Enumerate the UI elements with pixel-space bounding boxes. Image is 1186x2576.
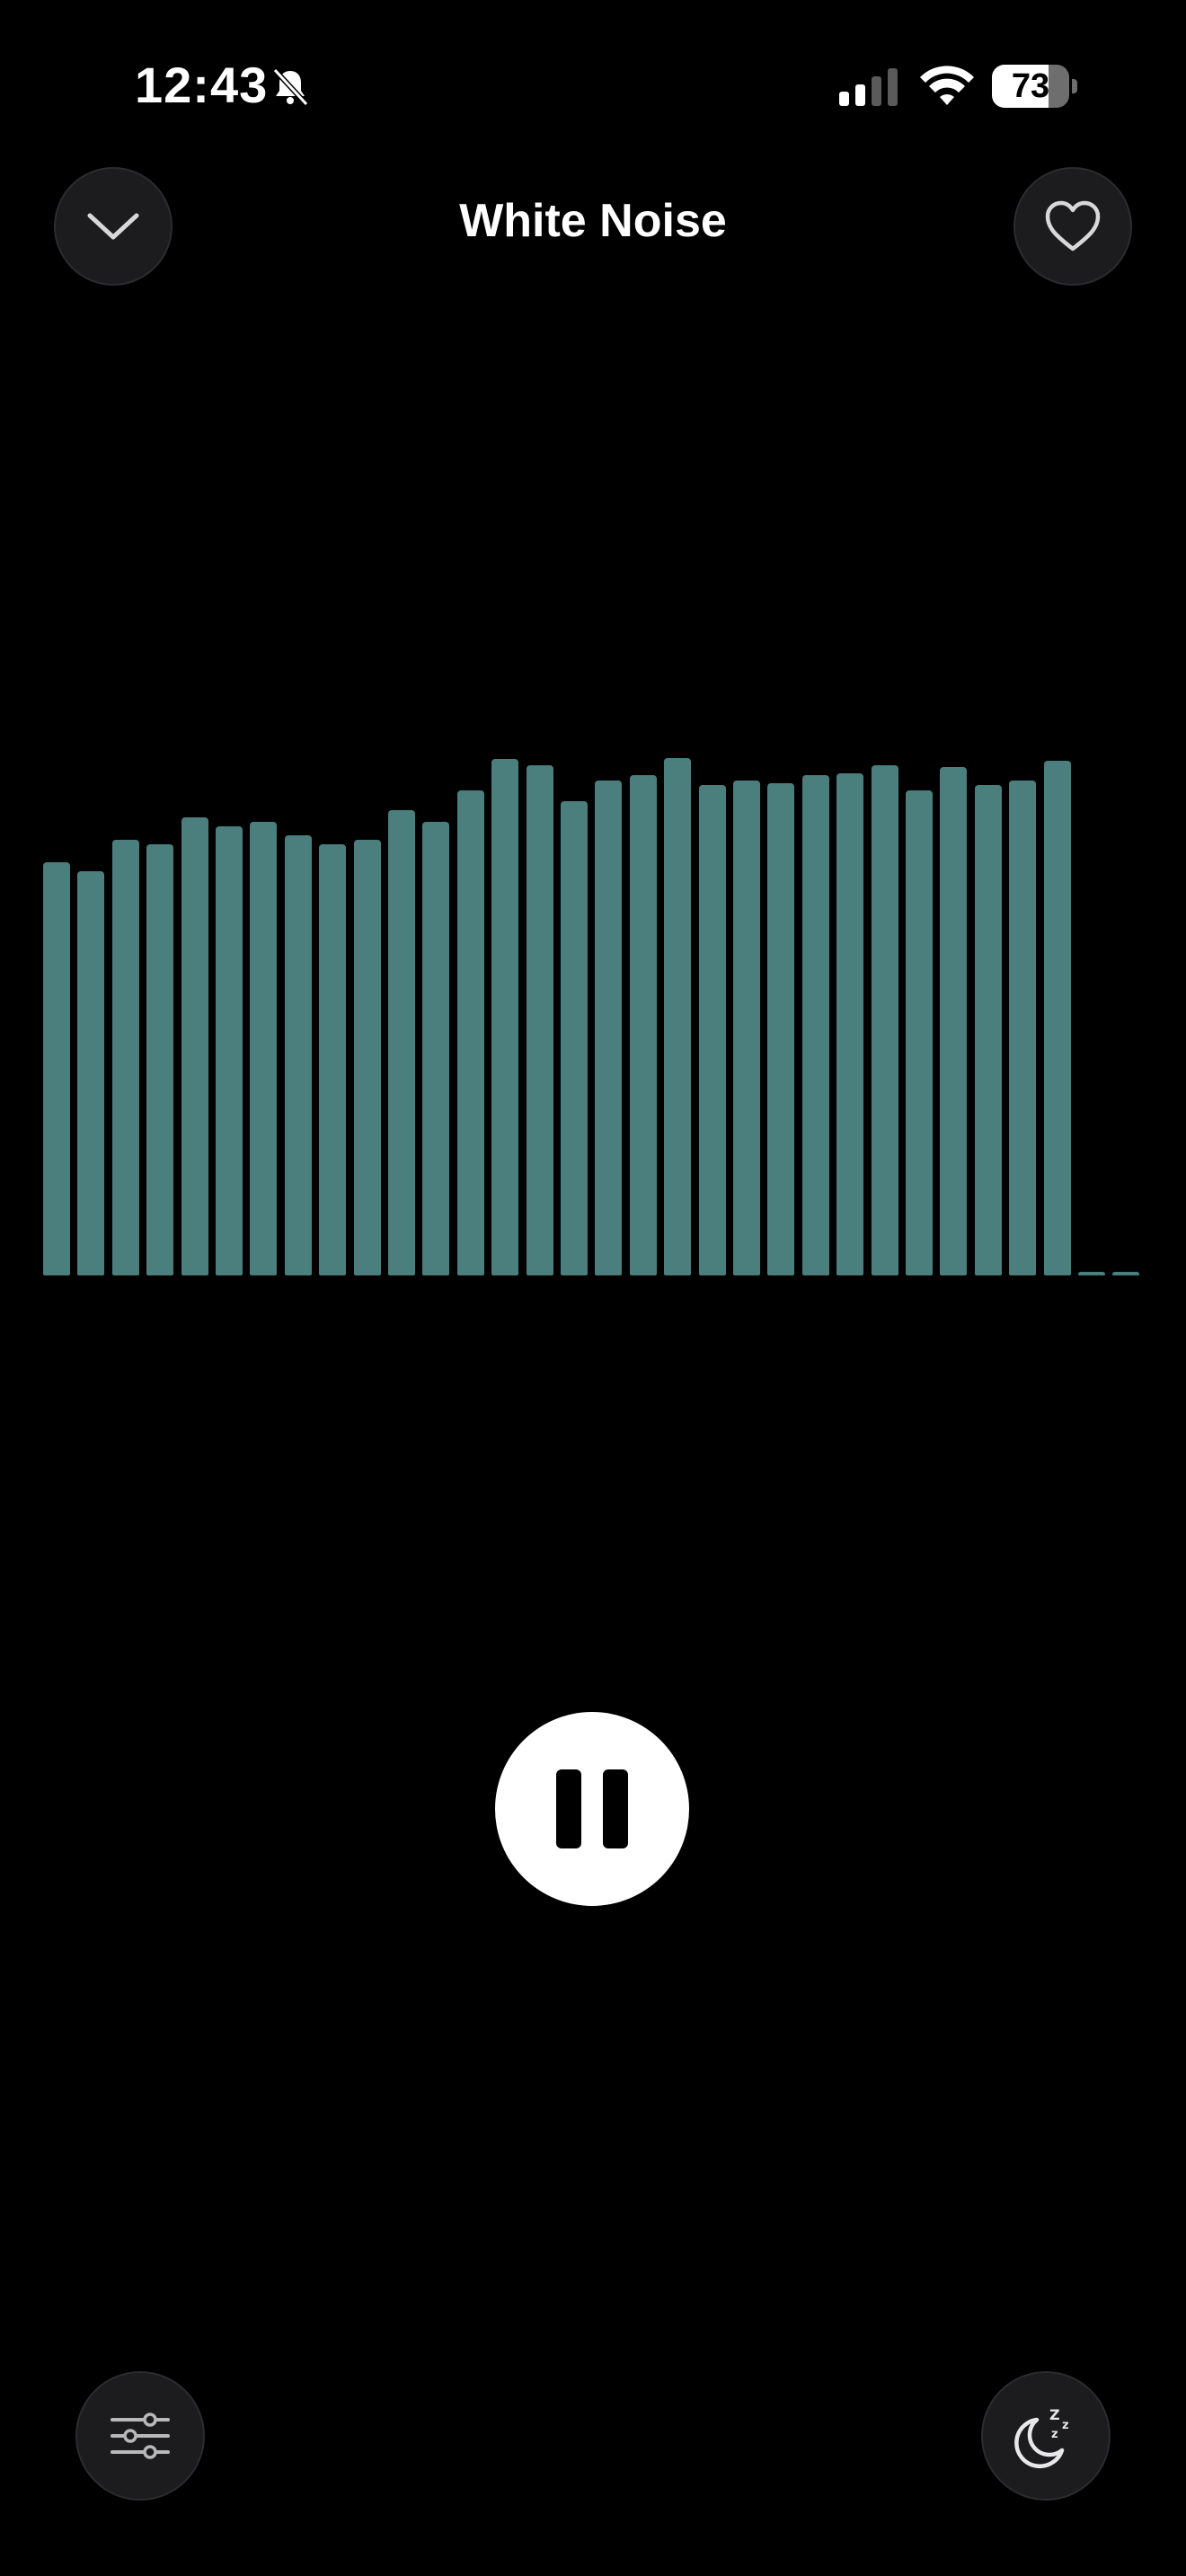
- moon-zzz-icon: Z z z: [1014, 2406, 1069, 2469]
- visualizer-bar: [802, 775, 829, 1275]
- visualizer-bar: [561, 801, 588, 1275]
- visualizer-bar: [457, 790, 484, 1275]
- cellular-signal-icon: [839, 68, 898, 106]
- visualizer-bar: [1112, 1272, 1139, 1275]
- visualizer-bar: [664, 758, 691, 1275]
- visualizer-bar: [836, 773, 863, 1275]
- visualizer-bar: [595, 781, 622, 1275]
- visualizer-bar: [1009, 781, 1036, 1275]
- status-bar: 12:43 73: [0, 0, 1186, 171]
- mixer-button[interactable]: [75, 2371, 205, 2501]
- visualizer-bar: [733, 781, 760, 1275]
- visualizer-bar: [285, 835, 312, 1275]
- collapse-button[interactable]: [54, 167, 173, 286]
- visualizer-bar: [354, 840, 381, 1275]
- visualizer-bar: [1078, 1272, 1105, 1275]
- visualizer-bar: [491, 759, 518, 1275]
- battery-level: 73: [1011, 67, 1050, 105]
- visualizer-bar: [906, 790, 933, 1275]
- pause-button[interactable]: [495, 1712, 689, 1906]
- visualizer-bar: [388, 810, 415, 1275]
- visualizer-bar: [112, 840, 139, 1275]
- bell-slash-icon: [272, 67, 309, 107]
- visualizer-bar: [43, 862, 70, 1275]
- page-title: White Noise: [459, 195, 727, 247]
- visualizer-bar: [940, 767, 967, 1275]
- audio-visualizer: [36, 719, 1150, 1275]
- visualizer-bar: [319, 844, 346, 1275]
- visualizer-bar: [422, 822, 449, 1275]
- pause-icon: [556, 1769, 628, 1848]
- visualizer-bar: [181, 817, 208, 1275]
- favorite-button[interactable]: [1013, 167, 1132, 286]
- visualizer-bar: [146, 844, 173, 1275]
- visualizer-bar: [216, 826, 243, 1275]
- visualizer-bar: [872, 765, 898, 1275]
- visualizer-bar: [630, 775, 657, 1275]
- visualizer-bar: [1044, 761, 1071, 1275]
- sleep-timer-button[interactable]: Z z z: [981, 2371, 1111, 2501]
- visualizer-bar: [250, 822, 277, 1275]
- heart-icon: [1045, 200, 1101, 251]
- chevron-down-icon: [87, 213, 139, 240]
- status-time: 12:43: [135, 57, 269, 113]
- battery-icon: 73: [992, 65, 1078, 108]
- svg-text:Z: Z: [1049, 2406, 1060, 2423]
- wifi-icon: [920, 66, 974, 105]
- visualizer-bar: [527, 765, 553, 1275]
- visualizer-bar: [975, 785, 1002, 1275]
- sliders-icon: [111, 2413, 170, 2459]
- visualizer-bar: [767, 783, 794, 1275]
- svg-text:z: z: [1062, 2419, 1069, 2432]
- visualizer-bar: [699, 785, 726, 1275]
- visualizer-bar: [77, 871, 104, 1275]
- svg-text:z: z: [1051, 2428, 1058, 2441]
